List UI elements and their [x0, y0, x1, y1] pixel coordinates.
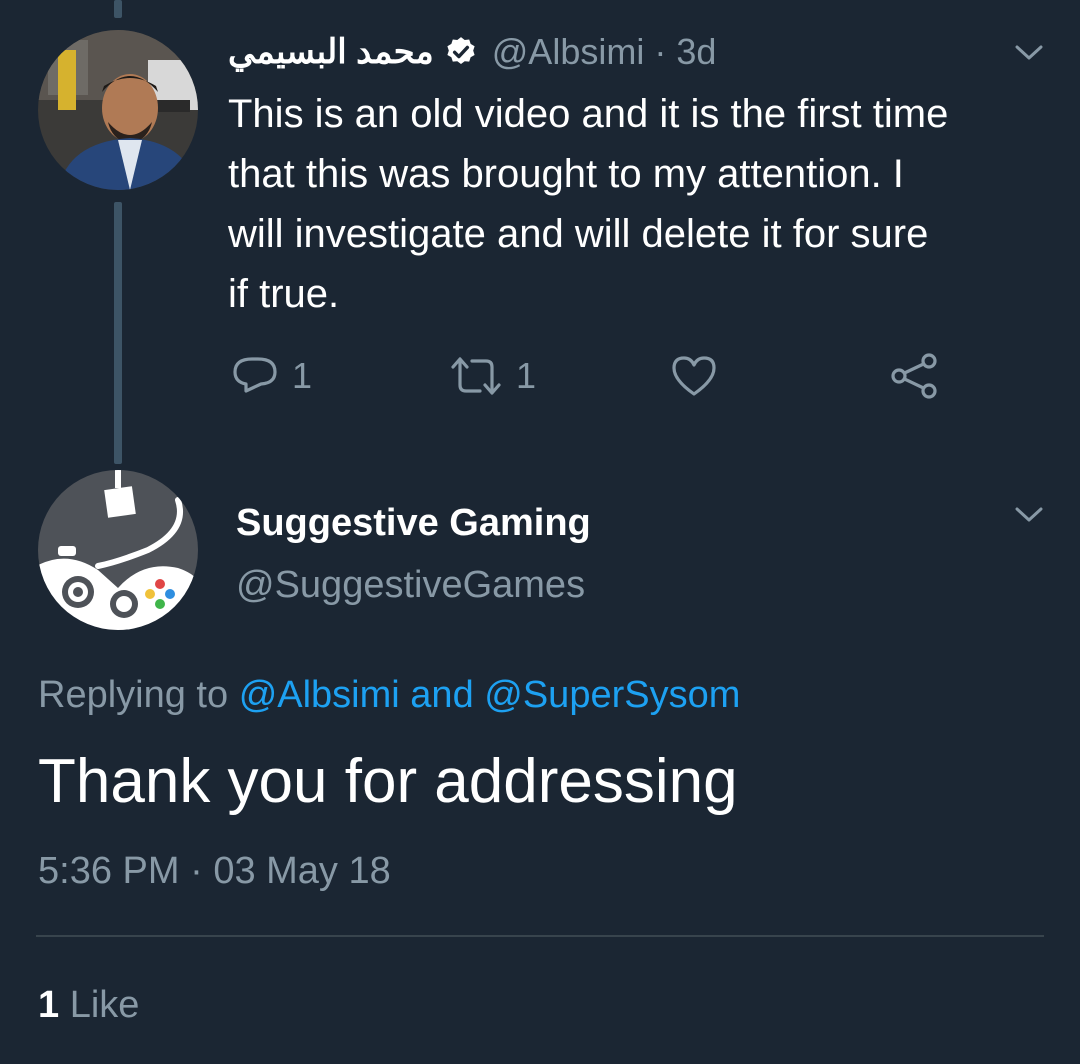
- tweet-age[interactable]: 3d: [676, 31, 716, 73]
- reply-text: Thank you for addressing: [38, 747, 738, 816]
- tweet-text: This is an old video and it is the first…: [228, 84, 948, 324]
- replying-and-text[interactable]: and: [410, 674, 473, 716]
- avatar-photo: [38, 30, 198, 190]
- tweet-date[interactable]: 03 May 18: [213, 850, 390, 892]
- display-name[interactable]: محمد البسيمي: [228, 32, 434, 72]
- chevron-down-icon[interactable]: [1014, 506, 1044, 524]
- gamepad-logo-icon: [38, 470, 198, 630]
- reply-button[interactable]: 1: [232, 352, 312, 400]
- reply-count: 1: [292, 355, 313, 396]
- like-label: Like: [69, 984, 140, 1026]
- retweet-icon: [451, 357, 501, 395]
- likes-summary[interactable]: 1 Like: [38, 982, 139, 1028]
- avatar-suggestive-gaming[interactable]: [38, 470, 198, 630]
- handle[interactable]: @Albsimi: [492, 31, 645, 73]
- verified-badge-icon: [444, 35, 478, 69]
- tweet-text-line: if true.: [228, 272, 340, 316]
- tweet-text-line: This is an old video and it is the first…: [228, 92, 949, 136]
- display-name-row: محمد البسيمي @Albsimi · 3d: [228, 28, 716, 76]
- mention-link-supersysom[interactable]: @SuperSysom: [484, 674, 740, 716]
- divider: [36, 935, 1044, 937]
- timestamp: 5:36 PM · 03 May 18: [38, 848, 391, 894]
- reply-display-name[interactable]: Suggestive Gaming: [236, 500, 591, 546]
- retweet-count: 1: [516, 355, 537, 396]
- replying-to-line: Replying to @Albsimi and @SuperSysom: [38, 672, 740, 718]
- like-count: 1: [38, 984, 60, 1026]
- replying-to-label: Replying to: [38, 674, 229, 716]
- share-icon[interactable]: [890, 352, 938, 400]
- separator-dot: ·: [190, 850, 203, 892]
- thread-line-top: [114, 0, 122, 18]
- mention-link-albsimi[interactable]: @Albsimi: [239, 674, 400, 716]
- avatar-albsimi[interactable]: [38, 30, 198, 190]
- retweet-button[interactable]: 1: [450, 352, 536, 400]
- separator-dot: ·: [654, 31, 667, 72]
- like-heart-icon[interactable]: [670, 354, 718, 398]
- tweet-text-line: that this was brought to my attention. I: [228, 152, 904, 196]
- thread-line: [114, 202, 122, 464]
- reply-handle[interactable]: @SuggestiveGames: [236, 562, 585, 608]
- tweet-time[interactable]: 5:36 PM: [38, 850, 180, 892]
- reply-icon: [233, 357, 277, 393]
- chevron-down-icon[interactable]: [1014, 44, 1044, 62]
- tweet-text-line: will investigate and will delete it for …: [228, 212, 929, 256]
